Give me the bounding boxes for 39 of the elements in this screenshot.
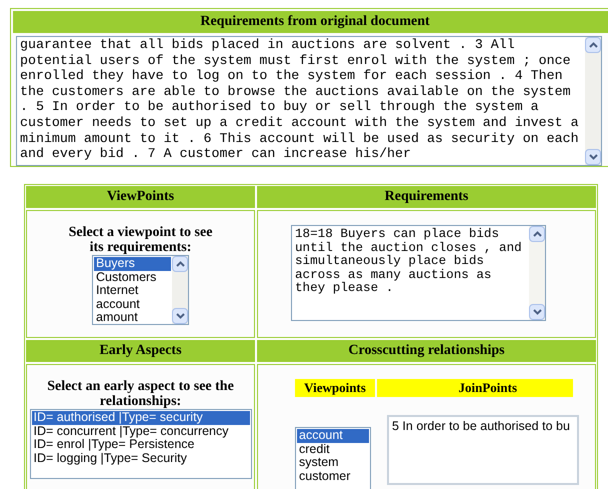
requirements-text-area[interactable]: 18=18 Buyers can place bids until the auction closes , and simultaneously place bids across as many auctions as they please .: [291, 225, 546, 321]
joinpoints-text-area[interactable]: 5 In order to be authorised to bu: [387, 415, 579, 485]
list-option[interactable]: ID= logging |Type= Security: [32, 452, 250, 465]
list-option[interactable]: Customers: [94, 270, 171, 284]
scroll-up-icon[interactable]: [172, 256, 188, 272]
viewpoints-heading: Viewpoints: [295, 379, 375, 397]
scroll-up-icon[interactable]: [529, 226, 545, 242]
list-option[interactable]: amount: [94, 311, 171, 324]
section-header: Crosscutting relationships: [257, 340, 596, 362]
list-option[interactable]: system: [297, 456, 369, 470]
list-box[interactable]: Buyers Customers Internet account amount: [92, 255, 189, 325]
list-option[interactable]: Internet: [94, 284, 171, 298]
scrollbar[interactable]: [585, 37, 601, 165]
list-box[interactable]: account credit system customer: [295, 427, 371, 489]
list-option[interactable]: Buyers: [94, 257, 171, 270]
scroll-up-icon[interactable]: [585, 37, 601, 53]
section-header: ViewPoints: [26, 186, 255, 208]
list-option[interactable]: ID= authorised |Type= security: [32, 411, 250, 424]
scroll-down-icon[interactable]: [172, 308, 188, 324]
list-option[interactable]: ID= enrol |Type= Persistence: [32, 438, 250, 452]
list-box[interactable]: ID= authorised |Type= security ID= concurrent |Type= concurrency ID= enrol |Type= Persistence ID= logging |Type= Security: [30, 409, 252, 479]
joinpoint-text: 5 In order to be authorised to bu: [392, 419, 571, 433]
requirement-text: 18=18 Buyers can place bids until the auction closes , and simultaneously place bids across as many auctions as they please .: [294, 226, 523, 297]
scrollbar[interactable]: [529, 226, 545, 320]
list-option[interactable]: account: [297, 429, 369, 442]
scroll-down-icon[interactable]: [585, 149, 601, 165]
aspect-prompt: Select an early aspect to see the relationships:: [46, 379, 235, 409]
scrollbar[interactable]: [172, 256, 188, 324]
list-option[interactable]: customer: [297, 470, 369, 483]
list-option[interactable]: credit: [297, 442, 369, 456]
list-option[interactable]: account: [94, 298, 171, 311]
section-header: Early Aspects: [26, 340, 255, 362]
joinpoints-heading: JoinPoints: [377, 379, 573, 397]
list-option[interactable]: ID= concurrent |Type= concurrency: [32, 424, 250, 438]
section-header: Requirements: [257, 186, 596, 208]
viewpoint-prompt: Select a viewpoint to see its requirements:: [68, 225, 214, 255]
document-text: guarantee that all bids placed in auctions are solvent . 3 All potential users of the system must first enrol with the system ; once enrolled they have to log on to the system for each session . 4 Then the customers are able to browse the auctions available on the system . 5 In order to be authorised to buy or sell through the system a customer needs to set up a credit account with the system and invest a minimum amount to it . 6 This account will be used as security on each and every bid . 7 A customer can increase his/her: [19, 37, 580, 164]
scroll-down-icon[interactable]: [529, 304, 545, 320]
section-header: Requirements from original document: [13, 11, 608, 33]
